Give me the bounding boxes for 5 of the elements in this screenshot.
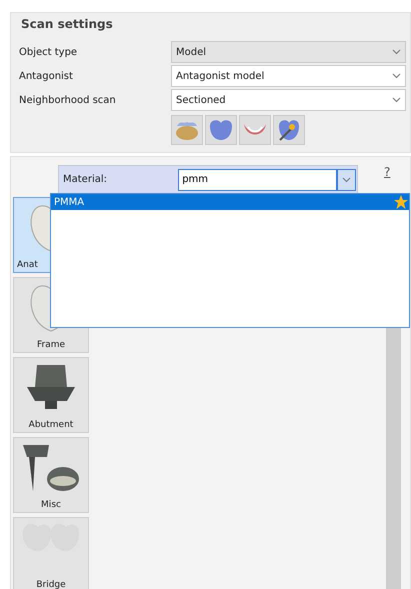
field-label: Neighborhood scan (19, 94, 117, 106)
field-label: Object type (19, 46, 78, 58)
field-label: Antagonist (19, 70, 74, 82)
material-label: Material: (63, 174, 108, 185)
panel-title: Scan settings (20, 17, 114, 33)
